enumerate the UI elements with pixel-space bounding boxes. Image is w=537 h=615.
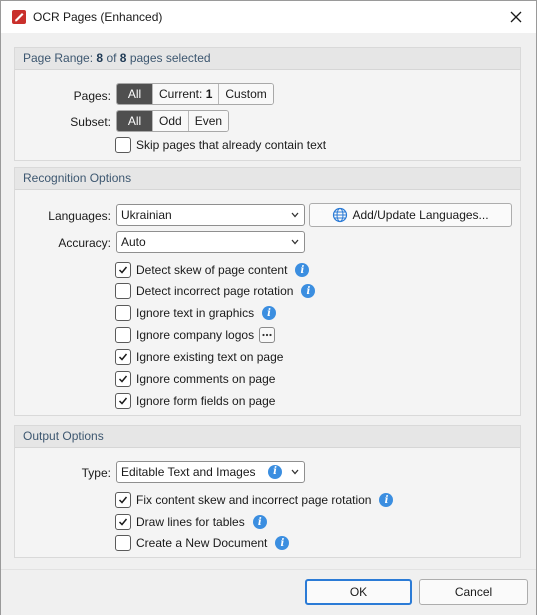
info-icon[interactable]: i xyxy=(275,536,290,550)
cancel-label: Cancel xyxy=(454,585,493,599)
ignore-form-fields-label: Ignore form fields on page xyxy=(136,394,276,408)
add-update-languages-button[interactable]: Add/Update Languages... xyxy=(309,203,512,227)
checkbox-box[interactable] xyxy=(115,137,131,153)
page-range-prefix: Page Range: xyxy=(23,51,94,65)
detect-rotation-label: Detect incorrect page rotation xyxy=(136,284,294,298)
chevron-down-icon xyxy=(291,239,299,245)
checkmark-icon xyxy=(118,518,128,526)
subset-all-label: All xyxy=(127,114,142,128)
create-new-document-checkbox[interactable]: Create a New Document i xyxy=(115,534,290,552)
pages-current-option[interactable]: Current: 1 xyxy=(153,84,220,104)
of-word: of xyxy=(106,51,117,65)
subset-even-option[interactable]: Even xyxy=(188,111,229,131)
more-options-button[interactable] xyxy=(259,327,276,343)
ignore-form-fields-checkbox[interactable]: Ignore form fields on page xyxy=(115,392,275,410)
close-icon xyxy=(510,11,522,23)
ignore-comments-checkbox[interactable]: Ignore comments on page xyxy=(115,370,275,388)
fix-skew-label: Fix content skew and incorrect page rota… xyxy=(136,493,372,507)
info-icon[interactable]: i xyxy=(262,306,277,320)
checkmark-icon xyxy=(118,496,128,504)
add-languages-label: Add/Update Languages... xyxy=(352,208,489,222)
pages-custom-option[interactable]: Custom xyxy=(219,84,273,104)
ok-button[interactable]: OK xyxy=(305,579,412,605)
checkbox-box[interactable] xyxy=(115,371,131,387)
pages-total-count: 8 xyxy=(119,51,127,65)
cancel-button[interactable]: Cancel xyxy=(419,579,528,605)
subset-segmented-control: All Odd Even xyxy=(116,110,230,132)
title-bar: OCR Pages (Enhanced) xyxy=(1,1,536,33)
output-type-value: Editable Text and Images xyxy=(121,465,256,479)
ignore-company-logos-checkbox[interactable]: Ignore company logos xyxy=(115,326,276,344)
accuracy-dropdown[interactable]: Auto xyxy=(116,231,305,253)
languages-label: Languages: xyxy=(48,209,111,223)
checkbox-box[interactable] xyxy=(115,514,131,530)
ignore-existing-text-checkbox[interactable]: Ignore existing text on page xyxy=(115,348,283,366)
pages-selected-suffix: pages selected xyxy=(129,51,211,65)
checkbox-box[interactable] xyxy=(115,305,131,321)
create-new-document-label: Create a New Document xyxy=(136,536,268,550)
pages-all-option[interactable]: All xyxy=(117,84,153,104)
app-logo-icon xyxy=(12,10,26,24)
checkbox-box[interactable] xyxy=(115,262,131,278)
ignore-existing-text-label: Ignore existing text on page xyxy=(136,350,284,364)
pages-custom-label: Custom xyxy=(225,87,267,101)
detect-skew-label: Detect skew of page content xyxy=(136,263,288,277)
checkmark-icon xyxy=(118,397,128,405)
pages-label: Pages: xyxy=(73,89,111,103)
pages-all-label: All xyxy=(127,87,142,101)
subset-odd-label: Odd xyxy=(159,114,182,128)
window-title: OCR Pages (Enhanced) xyxy=(33,10,163,24)
globe-icon xyxy=(333,207,348,223)
checkbox-box[interactable] xyxy=(115,492,131,508)
subset-even-label: Even xyxy=(194,114,223,128)
draw-table-lines-checkbox[interactable]: Draw lines for tables i xyxy=(115,513,267,531)
pages-selected-count: 8 xyxy=(96,51,104,65)
checkbox-box[interactable] xyxy=(115,393,131,409)
info-icon[interactable]: i xyxy=(268,465,282,479)
detect-skew-checkbox[interactable]: Detect skew of page content i xyxy=(115,261,310,279)
ignore-company-logos-label: Ignore company logos xyxy=(136,328,255,342)
checkmark-icon xyxy=(118,375,128,383)
page-range-header: Page Range: 8 of 8 pages selected xyxy=(15,48,520,70)
output-options-header: Output Options xyxy=(15,426,520,448)
checkmark-icon xyxy=(118,353,128,361)
subset-label: Subset: xyxy=(70,115,111,129)
ignore-text-graphics-label: Ignore text in graphics xyxy=(136,306,255,320)
checkbox-box[interactable] xyxy=(115,535,131,551)
ignore-comments-label: Ignore comments on page xyxy=(136,372,276,386)
close-button[interactable] xyxy=(504,5,528,29)
ok-label: OK xyxy=(349,585,368,599)
ignore-text-graphics-checkbox[interactable]: Ignore text in graphics i xyxy=(115,304,277,322)
type-label: Type: xyxy=(81,466,111,480)
chevron-down-icon xyxy=(291,212,299,218)
checkbox-box[interactable] xyxy=(115,349,131,365)
detect-rotation-checkbox[interactable]: Detect incorrect page rotation i xyxy=(115,282,316,300)
checkmark-icon xyxy=(118,266,128,274)
skip-text-label: Skip pages that already contain text xyxy=(136,138,327,152)
fix-skew-rotation-checkbox[interactable]: Fix content skew and incorrect page rota… xyxy=(115,491,394,509)
info-icon[interactable]: i xyxy=(252,515,267,529)
info-icon[interactable]: i xyxy=(295,263,310,277)
accuracy-label: Accuracy: xyxy=(58,236,111,250)
languages-value: Ukrainian xyxy=(121,208,172,222)
info-icon[interactable]: i xyxy=(379,493,394,507)
subset-all-option[interactable]: All xyxy=(117,111,153,131)
info-icon[interactable]: i xyxy=(301,284,316,298)
subset-odd-option[interactable]: Odd xyxy=(153,111,189,131)
recognition-options-header: Recognition Options xyxy=(15,168,520,190)
ellipsis-icon xyxy=(262,333,272,337)
pages-segmented-control: All Current: 1 Custom xyxy=(116,83,274,105)
chevron-down-icon xyxy=(291,469,299,475)
languages-dropdown[interactable]: Ukrainian xyxy=(116,204,305,226)
ocr-dialog: OCR Pages (Enhanced) Page Range: 8 of 8 … xyxy=(0,0,537,615)
skip-text-pages-checkbox[interactable]: Skip pages that already contain text xyxy=(115,136,326,154)
pages-current-label: Current: xyxy=(159,87,203,101)
accuracy-value: Auto xyxy=(121,235,146,249)
current-page-number: 1 xyxy=(205,87,213,101)
checkbox-box[interactable] xyxy=(115,283,131,299)
checkbox-box[interactable] xyxy=(115,327,131,343)
draw-table-lines-label: Draw lines for tables xyxy=(136,515,245,529)
output-type-dropdown[interactable]: Editable Text and Images i xyxy=(116,461,305,483)
